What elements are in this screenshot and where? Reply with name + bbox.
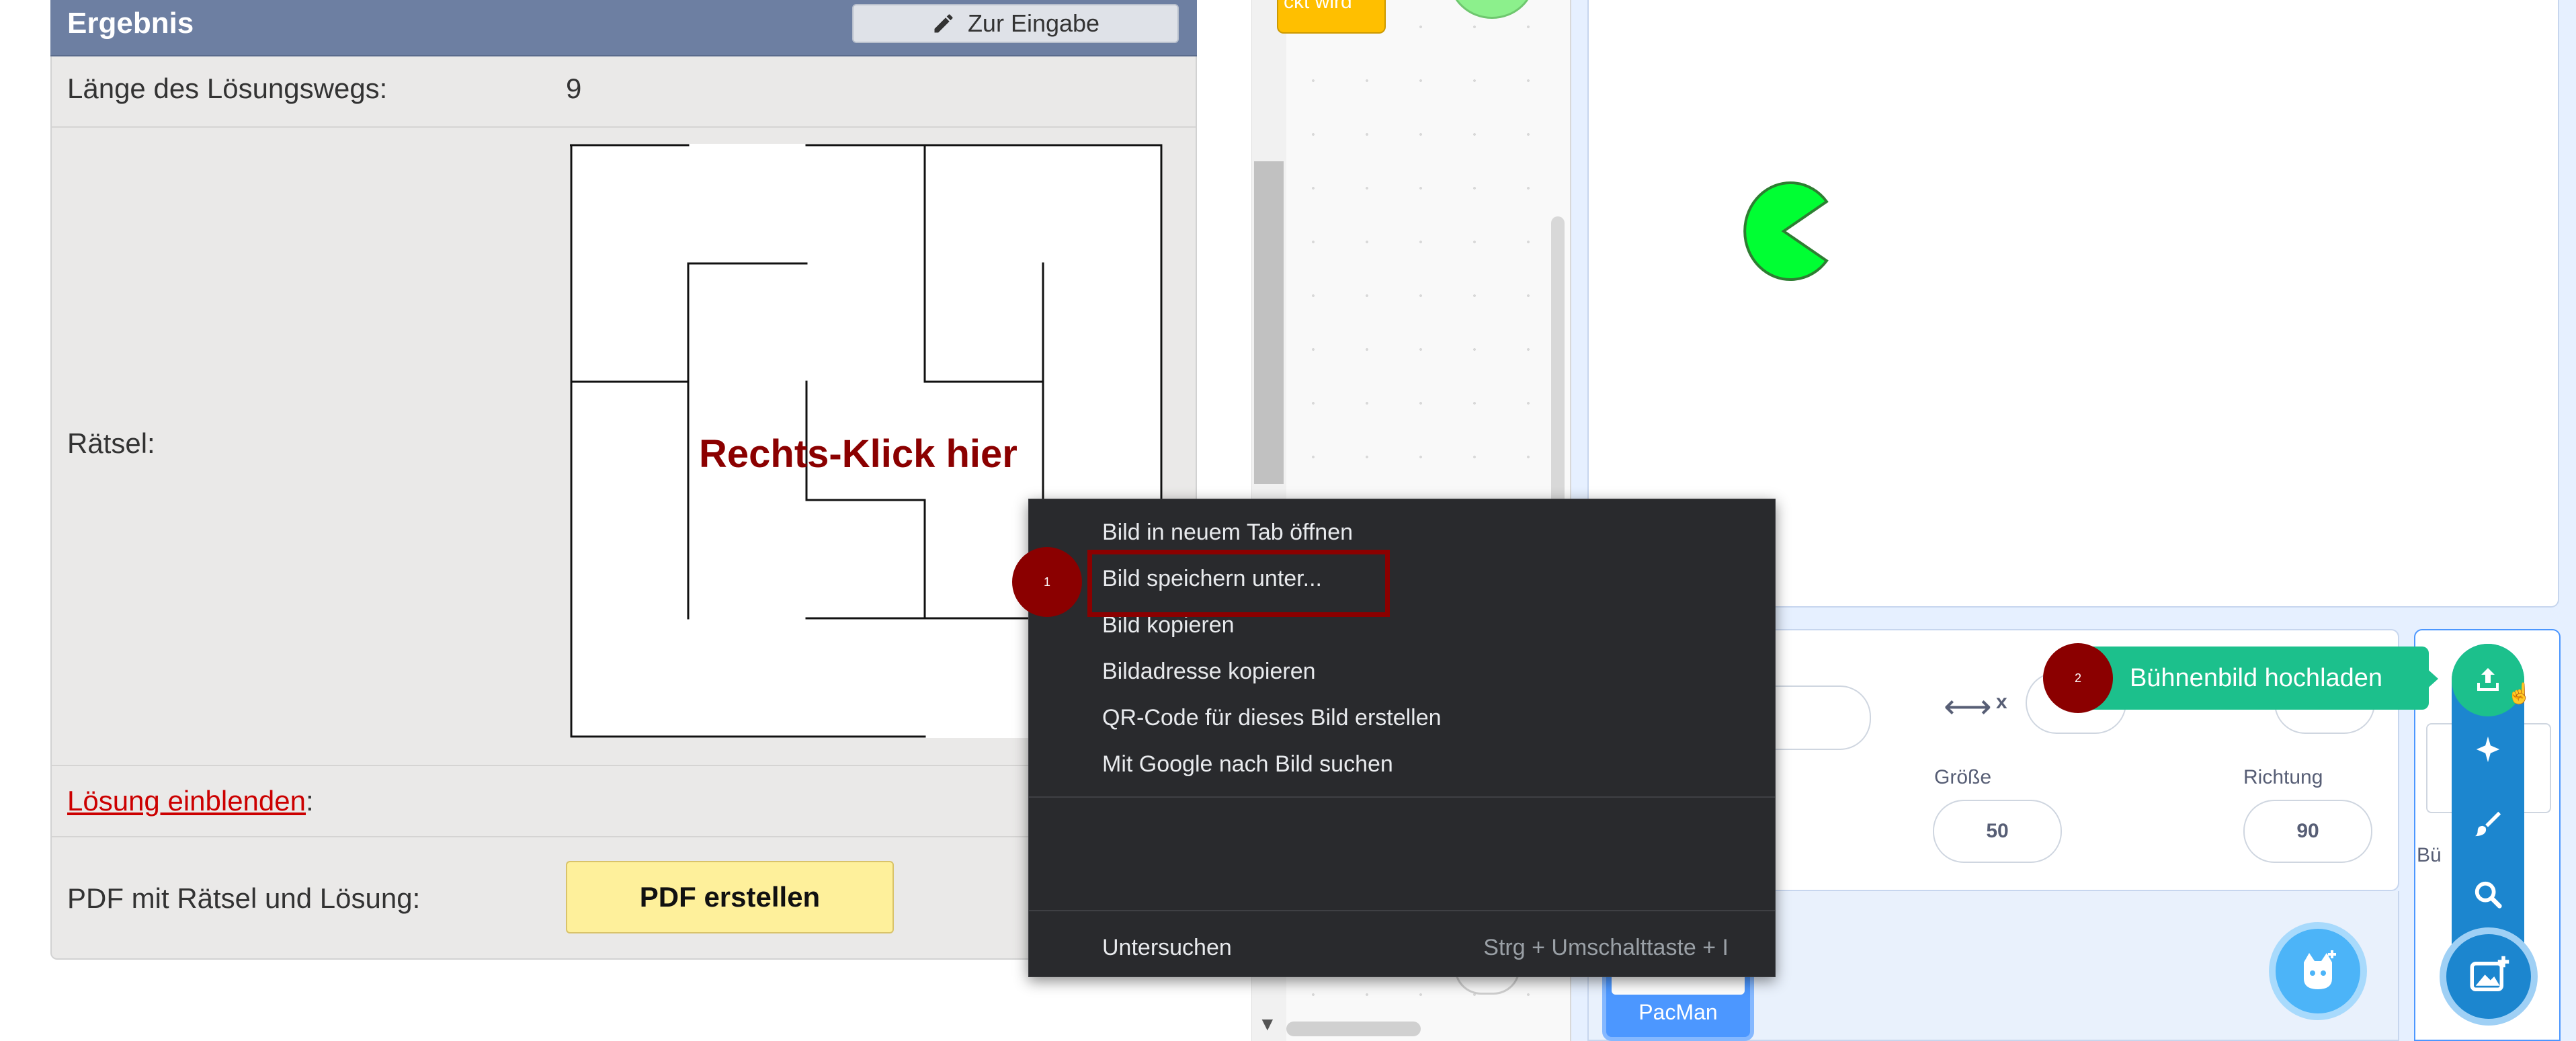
direction-label: Richtung [2243, 766, 2323, 788]
solution-row: Lösung einblenden: [67, 785, 314, 817]
upload-backdrop-tooltip: Bühnenbild hochladen [2083, 647, 2429, 710]
back-to-input-button[interactable]: Zur Eingabe [852, 4, 1179, 43]
inspect-shortcut: Strg + Umschalttaste + I [1483, 935, 1729, 960]
annotation-highlight-box [1087, 550, 1390, 617]
create-pdf-button[interactable]: PDF erstellen [566, 861, 894, 933]
row-divider [52, 836, 1196, 837]
row-divider [52, 126, 1196, 128]
paint-icon [2475, 811, 2501, 837]
size-label: Größe [1934, 766, 1992, 788]
menu-separator [1028, 796, 1776, 798]
pdf-label: PDF mit Rätsel und Lösung: [67, 882, 421, 914]
show-solution-link[interactable]: Lösung einblenden [67, 785, 306, 817]
back-button-label: Zur Eingabe [967, 9, 1100, 37]
puzzle-label: Rätsel: [67, 427, 155, 459]
paint-backdrop-button[interactable] [2452, 793, 2524, 853]
menu-separator [1028, 910, 1776, 911]
mouse-pointer-icon: ☝ [2507, 683, 2532, 705]
step-marker-1: 1 [1012, 547, 1082, 617]
solution-suffix: : [306, 785, 314, 817]
size-field[interactable]: 50 [1933, 800, 2062, 863]
choose-sprite-button[interactable] [2269, 922, 2367, 1020]
surprise-backdrop-button[interactable] [2452, 719, 2524, 780]
scroll-down-arrow-icon[interactable]: ▼ [1258, 1013, 1277, 1035]
menu-item-open-image-new-tab[interactable]: Bild in neuem Tab öffnen [1028, 509, 1776, 556]
pacman-sprite[interactable] [1735, 179, 1829, 284]
direction-field[interactable]: 90 [2243, 800, 2372, 863]
pencil-icon [934, 14, 953, 33]
choose-backdrop-icon [2470, 956, 2509, 991]
upload-icon [2477, 668, 2499, 691]
search-icon [2475, 881, 2502, 909]
page-scrollbar-thumb[interactable] [1254, 161, 1284, 484]
x-label: x [1996, 691, 2007, 713]
surprise-icon [2476, 736, 2500, 763]
step-marker-2: 2 [2043, 643, 2113, 713]
workspace-scrollbar-horizontal[interactable] [1286, 1022, 1421, 1036]
result-title: Ergebnis [67, 7, 194, 40]
horizontal-arrows-icon: ⟷ [1944, 688, 1992, 725]
event-code-block[interactable]: ckt wird [1277, 0, 1386, 34]
choose-sprite-icon [2304, 950, 2336, 989]
tooltip-arrow [2425, 667, 2438, 691]
menu-item-copy-image-address[interactable]: Bildadresse kopieren [1028, 649, 1776, 695]
path-length-label: Länge des Lösungswegs: [67, 73, 388, 104]
code-block-text: ckt wird [1284, 0, 1352, 13]
path-length-value: 9 [566, 73, 582, 104]
sprite-name-label: PacMan [1638, 1000, 1718, 1024]
choose-backdrop-search-button[interactable] [2452, 864, 2524, 925]
right-click-hint: Rechts-Klick hier [699, 432, 1017, 476]
row-divider [52, 765, 1196, 766]
menu-item-search-google-image[interactable]: Mit Google nach Bild suchen [1028, 741, 1776, 788]
menu-item-inspect[interactable]: Untersuchen Strg + Umschalttaste + I [1028, 925, 1776, 971]
menu-item-create-qr-code[interactable]: QR-Code für dieses Bild erstellen [1028, 695, 1776, 741]
choose-backdrop-button[interactable] [2440, 927, 2538, 1026]
inspect-label: Untersuchen [1102, 935, 1232, 960]
